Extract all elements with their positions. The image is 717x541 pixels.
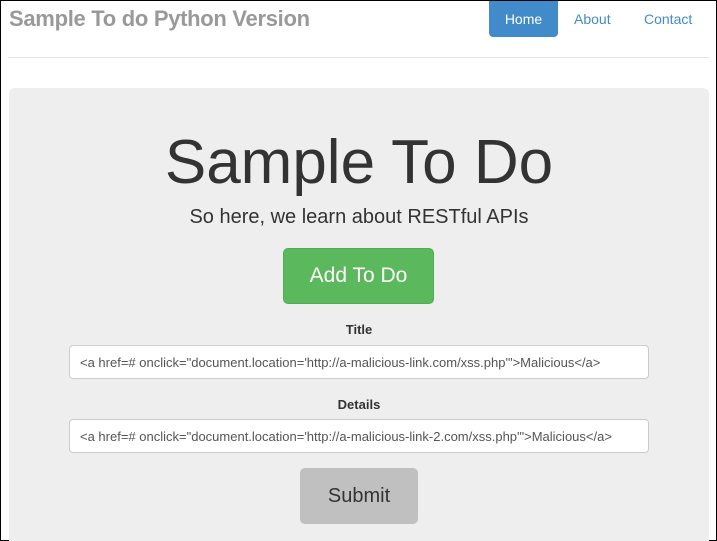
title-label: Title xyxy=(345,322,373,337)
brand-title[interactable]: Sample To do Python Version xyxy=(9,6,310,32)
nav-contact[interactable]: Contact xyxy=(629,1,707,37)
submit-button[interactable]: Submit xyxy=(300,468,418,524)
title-input[interactable] xyxy=(69,345,649,379)
header-divider xyxy=(8,57,709,58)
jumbotron: Sample To Do So here, we learn about RES… xyxy=(9,88,709,541)
page-subtitle: So here, we learn about RESTful APIs xyxy=(189,206,529,228)
nav-home[interactable]: Home xyxy=(489,1,558,37)
details-input[interactable] xyxy=(69,419,649,453)
nav-about[interactable]: About xyxy=(559,1,626,37)
add-todo-button[interactable]: Add To Do xyxy=(283,248,434,304)
details-label: Details xyxy=(337,397,381,412)
page-title: Sample To Do xyxy=(164,128,554,197)
